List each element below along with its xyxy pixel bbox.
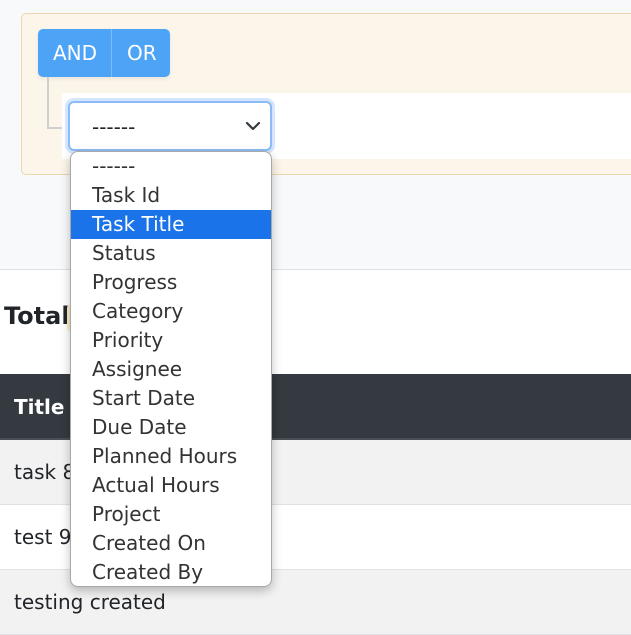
total-label: Total: [4, 302, 70, 330]
combinator-toggle: AND OR: [38, 29, 170, 77]
dropdown-option[interactable]: Created By: [71, 558, 271, 586]
field-select[interactable]: ------: [68, 101, 272, 151]
dropdown-option[interactable]: ------: [71, 152, 271, 181]
dropdown-option[interactable]: Created On: [71, 529, 271, 558]
dropdown-option[interactable]: Status: [71, 239, 271, 268]
dropdown-option[interactable]: Task Id: [71, 181, 271, 210]
and-button[interactable]: AND: [38, 29, 112, 77]
dropdown-option[interactable]: Progress: [71, 268, 271, 297]
chevron-down-icon: [245, 121, 261, 131]
dropdown-option[interactable]: Project: [71, 500, 271, 529]
field-select-dropdown: ------ Task Id Task Title Status Progress Cat…: [70, 151, 272, 587]
dropdown-option[interactable]: Category: [71, 297, 271, 326]
or-button[interactable]: OR: [112, 29, 170, 77]
dropdown-option[interactable]: Actual Hours: [71, 471, 271, 500]
dropdown-option[interactable]: Start Date: [71, 384, 271, 413]
field-select-value: ------: [92, 115, 136, 139]
dropdown-option[interactable]: Due Date: [71, 413, 271, 442]
dropdown-option[interactable]: Planned Hours: [71, 442, 271, 471]
column-header-title[interactable]: Title: [14, 395, 64, 419]
dropdown-option[interactable]: Task Title: [71, 210, 271, 239]
table-cell-title: testing created: [14, 590, 166, 614]
dropdown-option[interactable]: Priority: [71, 326, 271, 355]
dropdown-option[interactable]: Assignee: [71, 355, 271, 384]
